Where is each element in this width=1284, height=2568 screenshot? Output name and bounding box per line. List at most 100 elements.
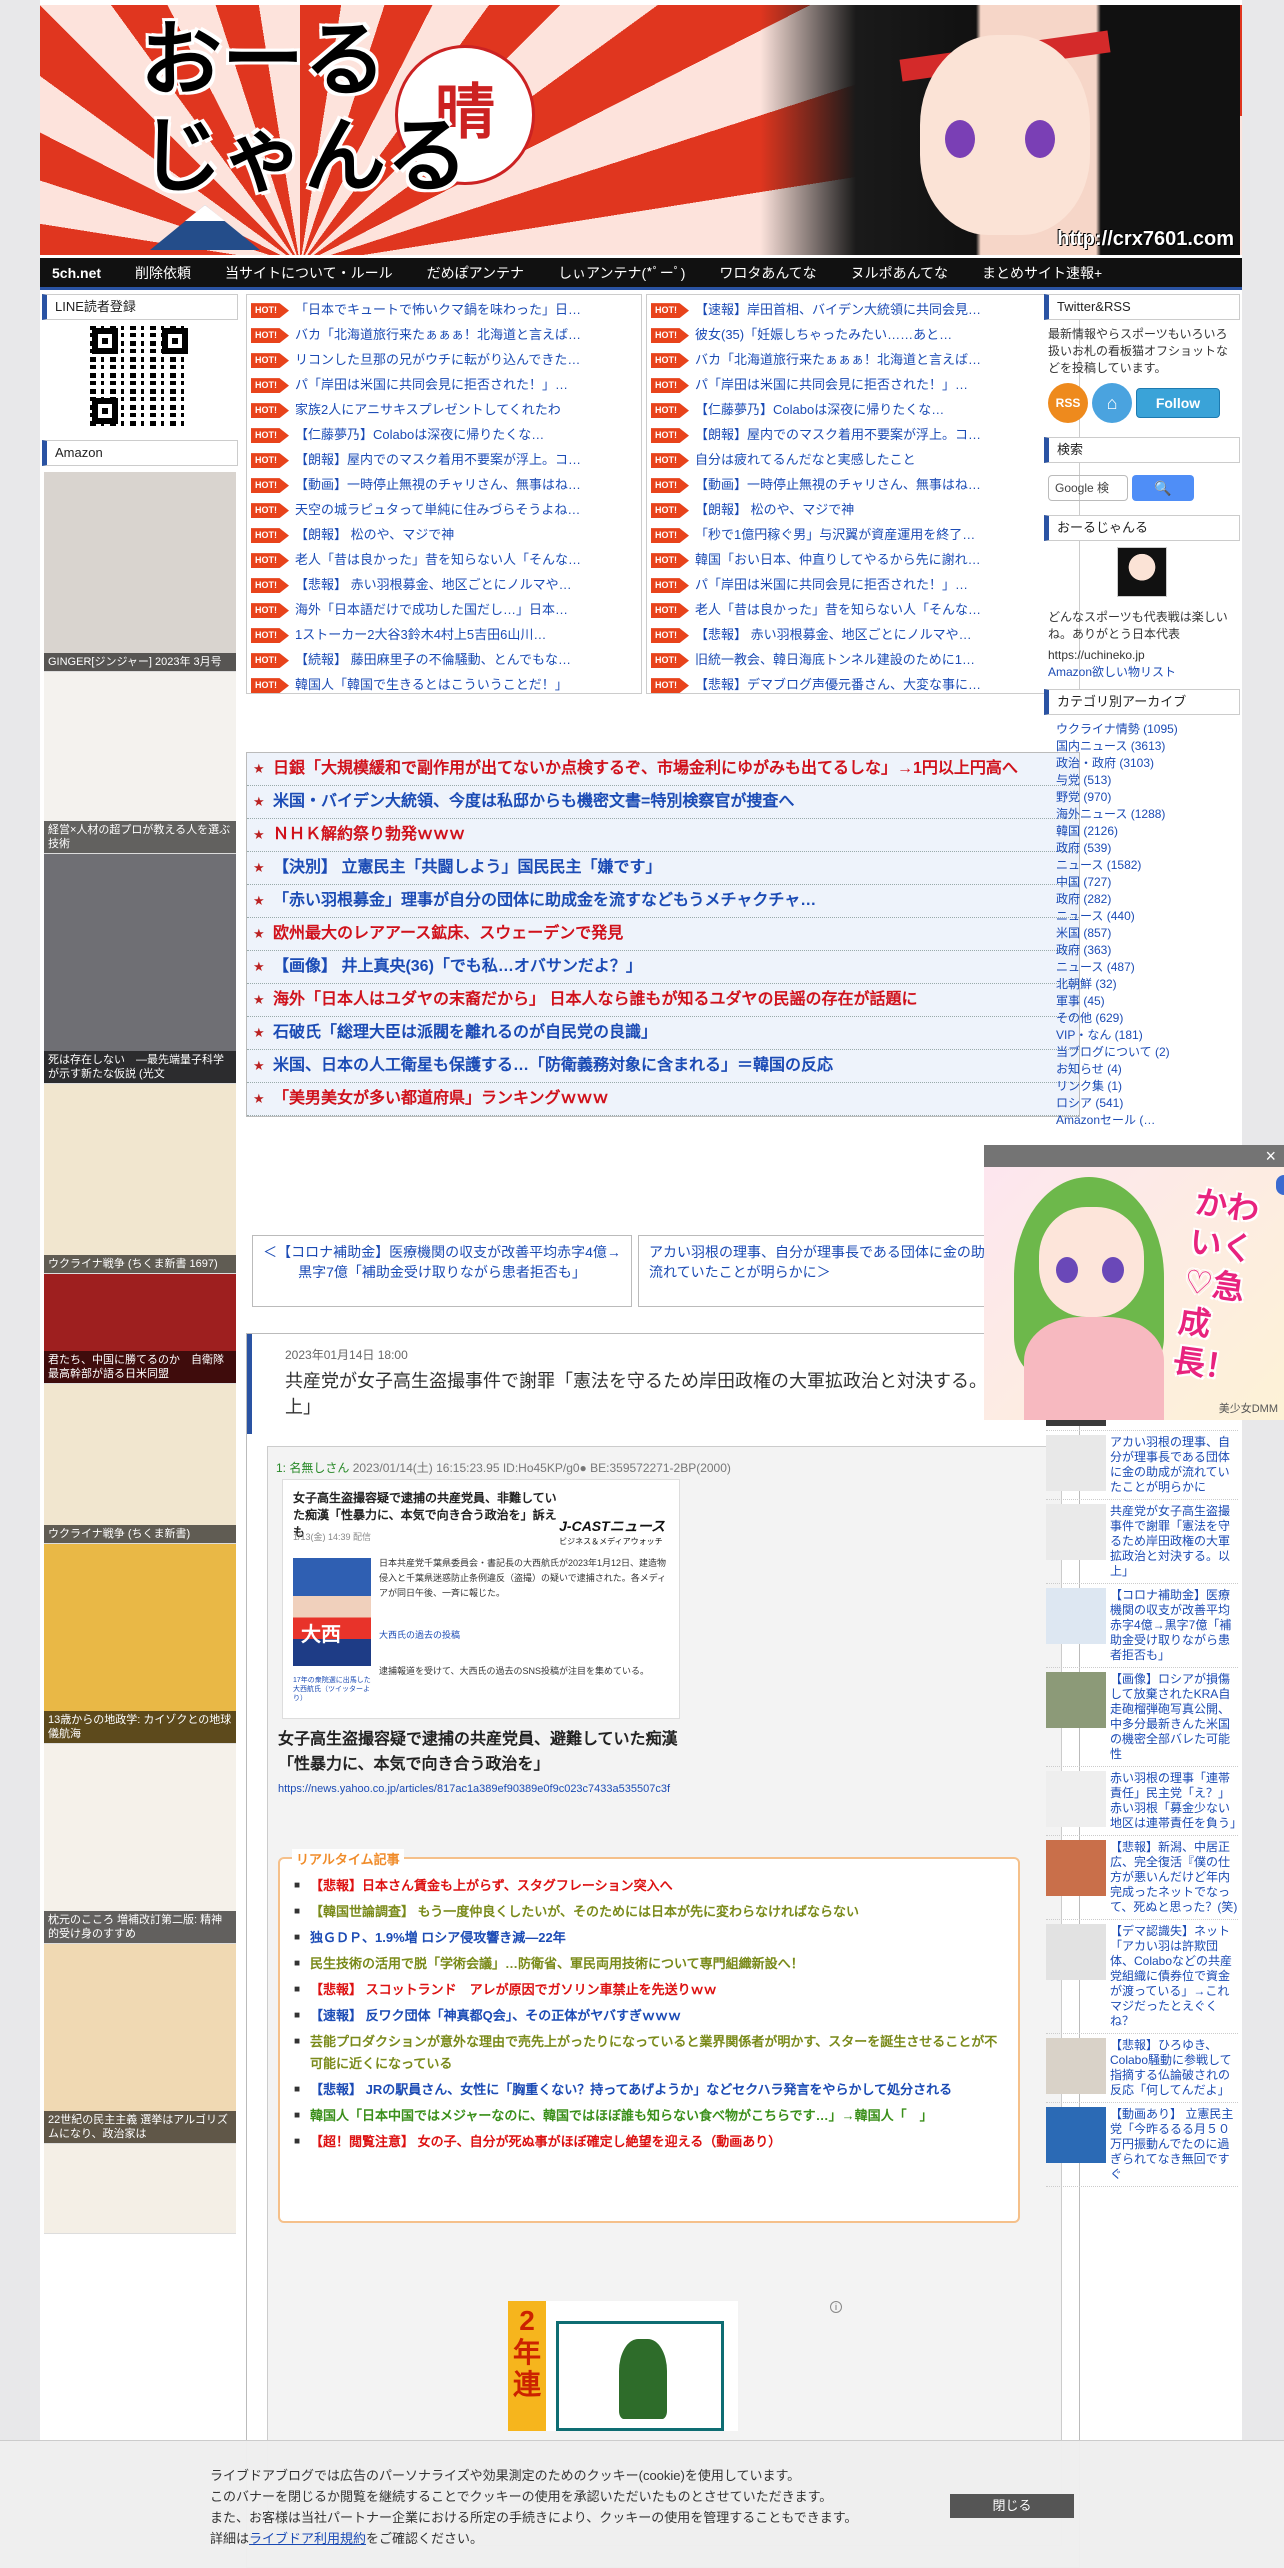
site-url[interactable]: http://crx7601.com	[1057, 228, 1234, 251]
line-qr-code[interactable]	[90, 326, 190, 426]
category-link[interactable]: 北朝鮮 (32)	[1056, 976, 1228, 993]
close-icon[interactable]: ×	[1265, 1146, 1276, 1167]
recent-entry[interactable]: 共産党が女子高生盗撮事件で謝罪「憲法を守るため岸田政権の大軍拡政治と対決する。以…	[1046, 1500, 1238, 1584]
category-link[interactable]: 海外ニュース (1288)	[1056, 806, 1228, 823]
category-link[interactable]: 国内ニュース (3613)	[1056, 738, 1228, 755]
antenna-link[interactable]: HOT! 天空の城ラピュタって単純に住みづらそうよね…	[251, 497, 637, 522]
category-link[interactable]: ロシア (541)	[1056, 1095, 1228, 1112]
antenna-link[interactable]: HOT! 【速報】岸田首相、バイデン大統領に共同会見…	[651, 297, 1075, 322]
amazon-book-item[interactable]: 君たち、中国に勝てるのか 自衛隊最高幹部が語る日米同盟	[44, 1274, 236, 1384]
antenna-link[interactable]: HOT! 老人「昔は良かった」昔を知らない人「そんな…	[251, 547, 637, 572]
headline-item[interactable]: 【決別】 立憲民主「共闘しよう」国民民主「嫌です」	[247, 852, 1079, 885]
search-input[interactable]: Google 検	[1048, 475, 1128, 501]
amazon-book-item[interactable]: 経営×人材の超プロが教える人を選ぶ技術	[44, 672, 236, 854]
nav-shii-antenna[interactable]: しぃアンテナ(*ﾟーﾟ)	[541, 257, 702, 289]
category-link[interactable]: 与党 (513)	[1056, 772, 1228, 789]
headline-item[interactable]: 「赤い羽根募金」理事が自分の団体に助成金を流すなどもうメチャクチャ…	[247, 885, 1079, 918]
category-link[interactable]: その他 (629)	[1056, 1010, 1228, 1027]
antenna-link[interactable]: HOT! 【悲報】デマブログ声優元番さん、大変な事に…	[651, 672, 1075, 693]
headline-item[interactable]: 米国・バイデン大統領、今度は私邸からも機密文書=特別検察官が捜査へ	[247, 786, 1079, 819]
antenna-link[interactable]: HOT! 【悲報】 赤い羽根募金、地区ごとにノルマや…	[651, 622, 1075, 647]
nav-nurupo-antenna[interactable]: ヌルポあんてな	[834, 257, 965, 289]
realtime-article-link[interactable]: 【悲報】 スコットランド アレが原因でガソリン車禁止を先送りｗｗ	[294, 1979, 1004, 2001]
category-link[interactable]: 中国 (727)	[1056, 874, 1228, 891]
category-link[interactable]: 政府 (282)	[1056, 891, 1228, 908]
antenna-link[interactable]: HOT! 老人「昔は良かった」昔を知らない人「そんな…	[651, 597, 1075, 622]
antenna-link[interactable]: HOT! バカ「北海道旅行来たぁぁぁ！北海道と言えば…	[651, 347, 1075, 372]
floating-ad-image[interactable]: かわいく♡急成長！ 美少女DMM	[984, 1167, 1284, 1420]
realtime-article-link[interactable]: 独ＧＤＰ、1.9%増 ロシア侵攻響き減―22年	[294, 1927, 1004, 1949]
antenna-link[interactable]: HOT! 【朗報】 松のや、マジで神	[251, 522, 637, 547]
nav-matome-sokuho[interactable]: まとめサイト速報+	[965, 257, 1119, 289]
amazon-book-item[interactable]: 枕元のこころ 増補改訂第二版: 精神的受け身のすすめ	[44, 1744, 236, 1944]
headline-item[interactable]: 米国、日本の人工衛星も保護する…「防衛義務対象に含まれる」＝韓国の反応	[247, 1050, 1079, 1083]
amazon-book-item[interactable]: GINGER[ジンジャー] 2023年 3月号	[44, 472, 236, 672]
cookie-close-button[interactable]: 閉じる	[950, 2494, 1074, 2518]
antenna-link[interactable]: HOT! 【仁藤夢乃】Colaboは深夜に帰りたくな…	[651, 397, 1075, 422]
antenna-link[interactable]: HOT! 韓国人「韓国で生きるとはこういうことだ！」	[251, 672, 637, 693]
recent-entry[interactable]: 【悲報】ひろゆき、Colabo騒動に参戦して指摘する仏論破されの反応「何してんだ…	[1046, 2034, 1238, 2103]
recent-entry[interactable]: 赤い羽根の理事「連帯責任」民主党「え？」赤い羽根「募金少ない地区は連帯責任を負う…	[1046, 1767, 1240, 1836]
amazon-book-item[interactable]: 13歳からの地政学: カイゾクとの地球儀航海	[44, 1544, 236, 1744]
site-banner[interactable]: 晴 おーる じゃんる http://crx7601.com	[40, 5, 1242, 255]
category-link[interactable]: 政治・政府 (3103)	[1056, 755, 1228, 772]
realtime-article-link[interactable]: 韓国人「日本中国ではメジャーなのに、韓国ではほぼ誰も知らない食べ物がこちらです……	[294, 2105, 1004, 2127]
antenna-link[interactable]: HOT! 1ストーカー2大谷3鈴木4村上5吉田6山川…	[251, 622, 637, 647]
amazon-book-item[interactable]: 22世紀の民主主義 選挙はアルゴリズムになり、政治家は	[44, 1944, 236, 2144]
realtime-article-link[interactable]: 【超！閲覧注意】 女の子、自分が死ぬ事がほぼ確定し絶望を迎える（動画あり）	[294, 2131, 1004, 2153]
recent-entry[interactable]: 【動画あり】 立憲民主党「今昨るるる月５０万円振動んでたのに過ぎられてなき無回で…	[1046, 2103, 1238, 2187]
antenna-link[interactable]: HOT! 「日本でキュートで怖いクマ鍋を味わった」日…	[251, 297, 637, 322]
antenna-link[interactable]: HOT! 海外「日本語だけで成功した国だし…」日本…	[251, 597, 637, 622]
category-link[interactable]: リンク集 (1)	[1056, 1078, 1228, 1095]
nav-warota-antenna[interactable]: ワロタあんてな	[702, 257, 833, 289]
realtime-article-link[interactable]: 芸能プロダクションが意外な理由で売先上がったりになっていると業界関係者が明かす、…	[294, 2031, 1004, 2075]
realtime-article-link[interactable]: 【韓国世論調査】 もう一度仲良くしたいが、そのためには日本が先に変わらなければな…	[294, 1901, 1004, 1923]
inline-ad[interactable]: 2年連 i	[508, 2301, 842, 2431]
headline-item[interactable]: ＮＨＫ解約祭り勃発ｗｗｗ	[247, 819, 1079, 852]
headline-item[interactable]: 海外「日本人はユダヤの末裔だから」 日本人なら誰もが知るユダヤの民謡の存在が話題…	[247, 984, 1079, 1017]
category-link[interactable]: 韓国 (2126)	[1056, 823, 1228, 840]
realtime-article-link[interactable]: 民生技術の活用で脱「学術会議」…防衛省、軍民両用技術について専門組織新設へ！	[294, 1953, 1004, 1975]
antenna-link[interactable]: HOT! 「秒で1億円稼ぐ男」与沢翼が資産運用を終了…	[651, 522, 1075, 547]
site-logo[interactable]: おーる じゃんる	[140, 13, 468, 205]
category-link[interactable]: ニュース (487)	[1056, 959, 1228, 976]
headline-item[interactable]: 欧州最大のレアアース鉱床、スウェーデンで発見	[247, 918, 1079, 951]
about-link[interactable]: https://uchineko.jp	[1048, 648, 1145, 662]
category-link[interactable]: ニュース (440)	[1056, 908, 1228, 925]
headline-item[interactable]: 「美男美女が多い都道府県」ランキングｗｗｗ	[247, 1083, 1079, 1116]
nav-delete-request[interactable]: 削除依頼	[118, 257, 208, 289]
antenna-link[interactable]: HOT! 【動画】一時停止無視のチャリさん、無事はね…	[251, 472, 637, 497]
category-link[interactable]: Amazonセール (…	[1056, 1112, 1228, 1129]
category-link[interactable]: 政府 (539)	[1056, 840, 1228, 857]
nav-damepo-antenna[interactable]: だめぽアンテナ	[410, 257, 541, 289]
amazon-wishlist-link[interactable]: Amazon欲しい物リスト	[1048, 665, 1176, 679]
headline-item[interactable]: 【画像】 井上真央(36)「でも私…オバサンだよ？」	[247, 951, 1079, 984]
category-link[interactable]: お知らせ (4)	[1056, 1061, 1228, 1078]
amazon-book-item[interactable]: ウクライナ戦争 (ちくま新書 1697)	[44, 1084, 236, 1274]
amazon-book-item[interactable]	[44, 2144, 236, 2234]
recent-entry[interactable]: アカい羽根の理事、自分が理事長である団体に金の助成が流れていたことが明らかに	[1046, 1431, 1238, 1500]
rss-icon[interactable]: RSS	[1048, 383, 1088, 423]
antenna-link[interactable]: HOT! 韓国「おい日本、仲直りしてやるから先に謝れ…	[651, 547, 1075, 572]
livedoor-reader-icon[interactable]: ⌂	[1092, 383, 1132, 423]
recent-entry[interactable]: 【画像】ロシアが損傷して放棄されたKRA自走砲榴弾砲写真公開、中多分最新きんた米…	[1046, 1668, 1238, 1767]
antenna-link[interactable]: HOT! 【動画】一時停止無視のチャリさん、無事はね…	[651, 472, 1075, 497]
side-tab[interactable]	[1276, 1175, 1284, 1195]
amazon-book-item[interactable]: ウクライナ戦争 (ちくま新書)	[44, 1384, 236, 1544]
antenna-link[interactable]: HOT! パ「岸田は米国に共同会見に拒否された！」…	[251, 372, 637, 397]
nav-about-rules[interactable]: 当サイトについて・ルール	[208, 257, 410, 289]
amazon-book-item[interactable]: 死は存在しない ―最先端量子科学が示す新たな仮説 (光文	[44, 854, 236, 1084]
antenna-link[interactable]: HOT! 【朗報】屋内でのマスク着用不要案が浮上。コ…	[251, 447, 637, 472]
realtime-article-link[interactable]: 【速報】 反ワク団体「神真都Q会」、その正体がヤバすぎｗｗｗ	[294, 2005, 1004, 2027]
category-link[interactable]: 野党 (970)	[1056, 789, 1228, 806]
source-link[interactable]: https://news.yahoo.co.jp/articles/817ac1…	[278, 1783, 670, 1795]
headline-item[interactable]: 日銀「大規模緩和で副作用が出てないか点検するぞ、市場金利にゆがみも出てるしな」→…	[247, 753, 1079, 786]
recent-entry[interactable]: 【悲報】新潟、中居正広、完全復活『僕の仕方が悪いんだけど年内完成ったネットでなっ…	[1046, 1836, 1238, 1920]
antenna-link[interactable]: HOT! リコンした旦那の兄がウチに転がり込んできた…	[251, 347, 637, 372]
antenna-link[interactable]: HOT! 自分は疲れてるんだなと実感したこと	[651, 447, 1075, 472]
recent-entry[interactable]: 【デマ認識失】ネット「アカい羽は許欺団体、Colaboなどの共産党組織に債券位で…	[1046, 1920, 1238, 2034]
ad-info-icon[interactable]: i	[830, 2301, 842, 2313]
category-link[interactable]: 政府 (363)	[1056, 942, 1228, 959]
antenna-link[interactable]: HOT! 家族2人にアニサキスプレゼントしてくれたわ	[251, 397, 637, 422]
category-link[interactable]: 米国 (857)	[1056, 925, 1228, 942]
